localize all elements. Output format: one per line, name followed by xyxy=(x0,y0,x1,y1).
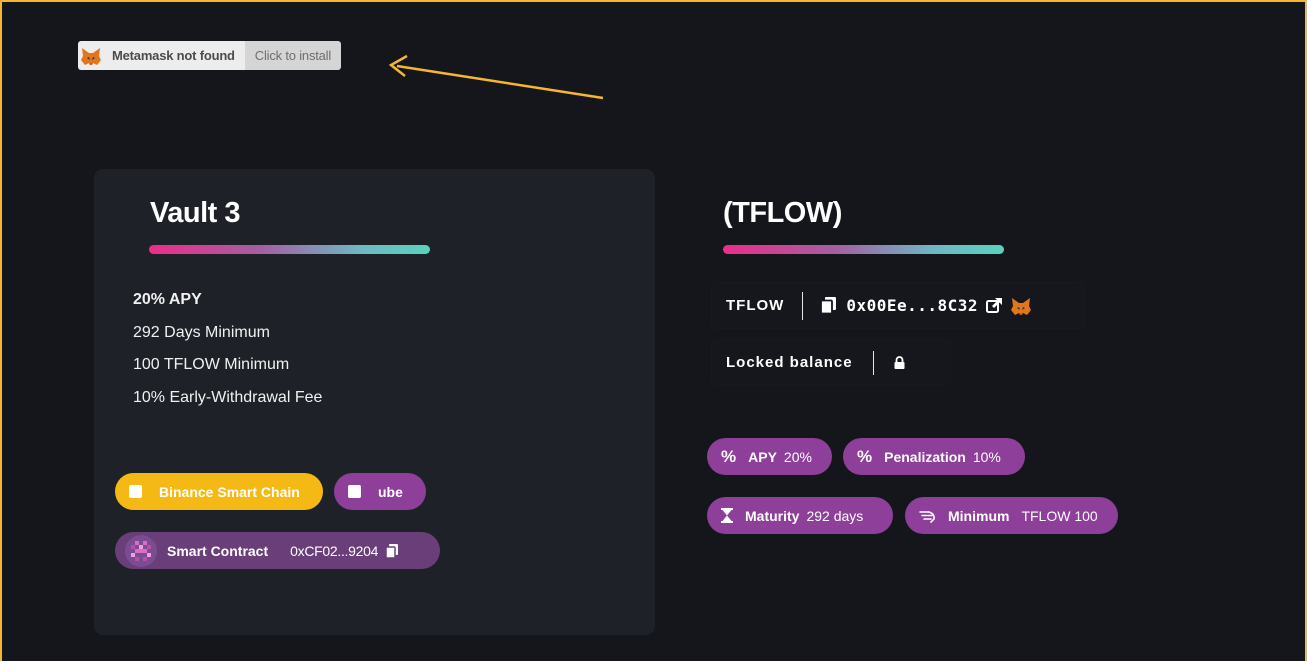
tag-value: 292 days xyxy=(806,507,864,524)
chain-label: Binance Smart Chain xyxy=(159,483,300,500)
title-underline xyxy=(149,245,430,254)
contract-address: 0xCF02...9204 xyxy=(290,542,379,559)
token-symbol: TFLOW xyxy=(726,297,785,314)
percent-icon: % xyxy=(857,446,873,466)
token-title: (TFLOW) xyxy=(723,197,842,229)
info-apy: 20% APY xyxy=(133,291,202,308)
vault-title: Vault 3 xyxy=(150,197,241,229)
tag-value: 20% xyxy=(783,448,812,465)
penalization-tag: % Penalization 10% xyxy=(843,438,1025,475)
chain-label: ube xyxy=(378,483,403,500)
minimum-tag: Minimum TFLOW 100 xyxy=(905,497,1118,534)
tag-label: APY xyxy=(748,448,777,465)
smart-contract-label: Smart Contract xyxy=(167,542,269,559)
chain-pill-ube[interactable]: ube xyxy=(334,473,426,510)
smart-contract-pill[interactable]: Smart Contract 0xCF02...9204 xyxy=(115,532,440,569)
locked-balance-chip: Locked balance xyxy=(712,340,950,385)
locked-balance-label: Locked balance xyxy=(726,354,853,371)
tag-value: TFLOW 100 xyxy=(1021,507,1098,524)
contract-pixel-icon xyxy=(125,534,157,567)
token-chip: TFLOW 0x00Ee...8C32 xyxy=(712,283,1084,328)
maturity-tag: Maturity 292 days xyxy=(707,497,893,534)
annotation-arrow xyxy=(388,54,604,100)
percent-icon: % xyxy=(721,446,737,466)
tag-label: Penalization xyxy=(884,448,966,465)
install-metamask-link[interactable]: Click to install xyxy=(244,41,342,70)
hourglass-icon xyxy=(721,508,733,523)
tag-label: Maturity xyxy=(745,507,800,524)
token-address: 0x00Ee...8C32 xyxy=(846,296,979,315)
divider xyxy=(802,291,804,320)
chain-pill-bsc[interactable]: Binance Smart Chain xyxy=(115,473,323,510)
hand-coins-icon xyxy=(919,510,935,523)
info-days-minimum: 292 Days Minimum xyxy=(133,323,270,341)
metamask-status: Metamask not found xyxy=(78,41,245,70)
copy-icon[interactable] xyxy=(821,297,837,314)
divider xyxy=(872,350,874,375)
external-link-icon[interactable] xyxy=(986,297,1003,314)
info-withdrawal-fee: 10% Early-Withdrawal Fee xyxy=(133,388,323,406)
metamask-fox-icon xyxy=(80,44,102,67)
tag-value: 10% xyxy=(972,448,1001,465)
metamask-banner[interactable]: Metamask not found Click to install xyxy=(78,41,342,70)
vault-info-list: 20% APY 292 Days Minimum 100 TFLOW Minim… xyxy=(133,290,322,420)
metamask-fox-icon[interactable] xyxy=(1009,295,1033,317)
title-underline xyxy=(723,245,1004,254)
apy-tag: % APY 20% xyxy=(707,438,832,475)
chain-icon xyxy=(129,485,142,498)
tag-label: Minimum xyxy=(948,507,1010,524)
info-token-minimum: 100 TFLOW Minimum xyxy=(133,356,290,373)
lock-icon xyxy=(894,356,905,369)
vault-card: Vault 3 20% APY 292 Days Minimum 100 TFL… xyxy=(94,169,655,635)
chain-icon xyxy=(348,485,361,498)
metamask-not-found-text: Metamask not found xyxy=(112,48,235,63)
copy-icon[interactable] xyxy=(386,543,399,558)
